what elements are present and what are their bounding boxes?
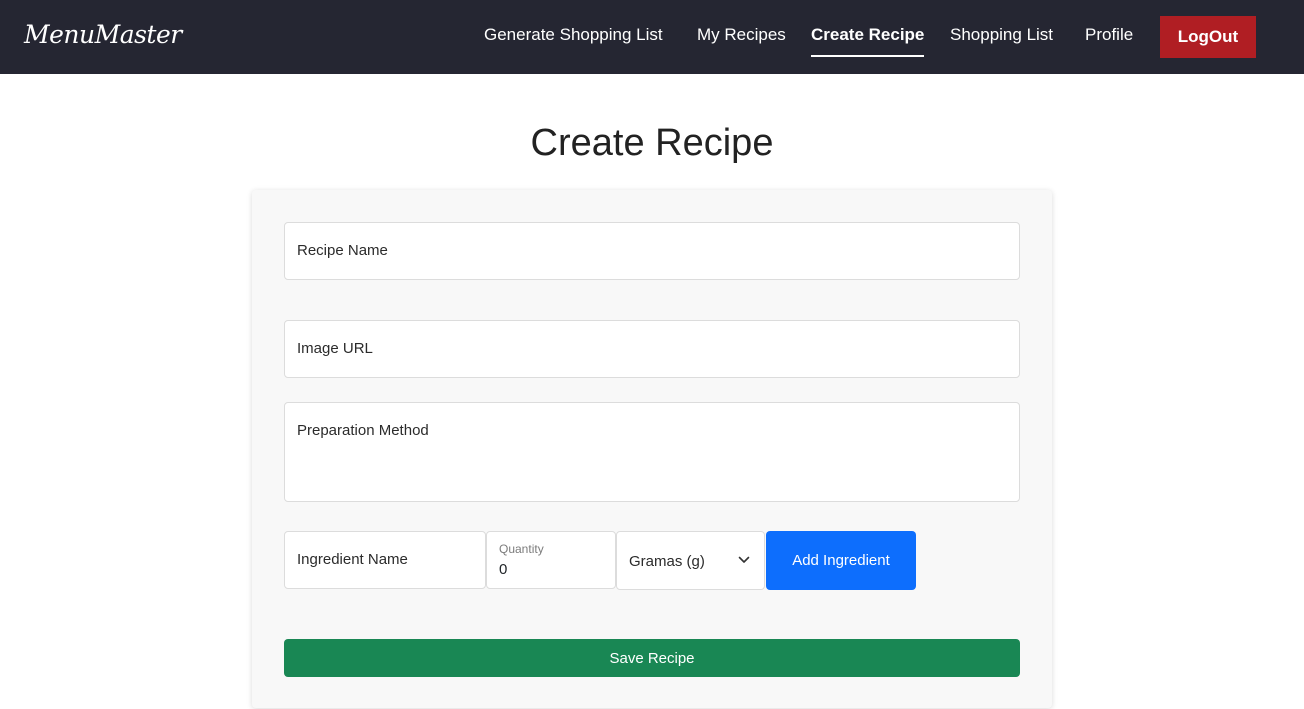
image-url-input[interactable]: Image URL bbox=[284, 320, 1020, 378]
ingredient-name-placeholder: Ingredient Name bbox=[297, 551, 408, 568]
preparation-method-textarea[interactable]: Preparation Method bbox=[284, 402, 1020, 502]
ingredient-name-input[interactable]: Ingredient Name bbox=[284, 531, 486, 589]
nav-link-create-recipe[interactable]: Create Recipe bbox=[811, 25, 925, 57]
quantity-label: Quantity bbox=[499, 542, 544, 556]
chevron-down-icon bbox=[738, 556, 750, 563]
unit-selected-value: Gramas (g) bbox=[629, 553, 705, 570]
save-recipe-button[interactable]: Save Recipe bbox=[284, 639, 1020, 677]
recipe-name-placeholder: Recipe Name bbox=[297, 242, 388, 259]
add-ingredient-button[interactable]: Add Ingredient bbox=[766, 531, 916, 590]
unit-select[interactable]: Gramas (g) bbox=[616, 531, 765, 590]
nav-link-generate-shopping-list[interactable]: Generate Shopping List bbox=[484, 25, 663, 45]
quantity-input[interactable]: Quantity 0 bbox=[486, 531, 616, 589]
recipe-name-input[interactable]: Recipe Name bbox=[284, 222, 1020, 280]
brand-logo[interactable]: MenuMaster bbox=[24, 20, 182, 49]
nav-link-shopping-list[interactable]: Shopping List bbox=[950, 25, 1053, 45]
active-nav-underline bbox=[811, 55, 925, 57]
nav-link-profile[interactable]: Profile bbox=[1085, 25, 1133, 45]
page-title: Create Recipe bbox=[530, 122, 774, 164]
logout-button[interactable]: LogOut bbox=[1160, 16, 1256, 58]
navbar: MenuMaster Generate Shopping List My Rec… bbox=[0, 0, 1304, 74]
nav-link-create-recipe-label: Create Recipe bbox=[811, 25, 925, 44]
preparation-method-placeholder: Preparation Method bbox=[297, 422, 429, 439]
quantity-value: 0 bbox=[499, 561, 508, 578]
nav-link-my-recipes[interactable]: My Recipes bbox=[697, 25, 786, 45]
image-url-placeholder: Image URL bbox=[297, 340, 373, 357]
